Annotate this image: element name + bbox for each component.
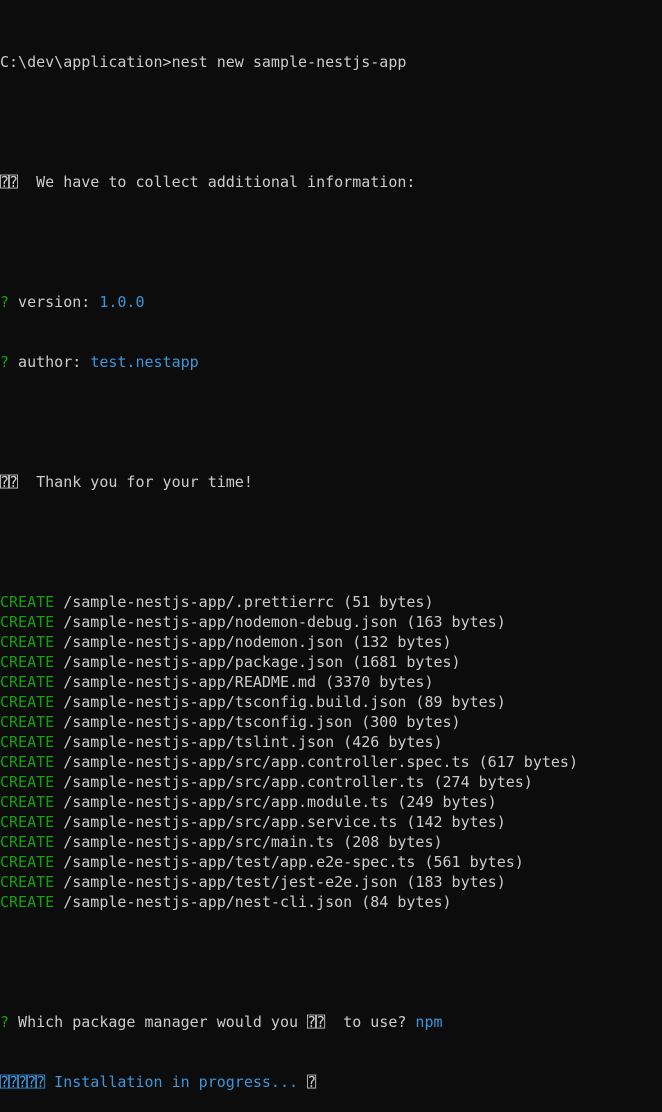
created-file-row: CREATE /sample-nestjs-app/src/main.ts (2…	[0, 832, 662, 852]
create-action-label: CREATE	[0, 853, 55, 871]
created-file-row: CREATE /sample-nestjs-app/src/app.module…	[0, 792, 662, 812]
progress-emoji-icon: ⍰⍰⍰⍰⍰	[0, 1073, 46, 1091]
progress-line: ⍰⍰⍰⍰⍰ Installation in progress... ⍰	[0, 1072, 662, 1092]
spinner-icon: ⍰	[307, 1073, 317, 1091]
created-file-row: CREATE /sample-nestjs-app/nodemon-debug.…	[0, 612, 662, 632]
created-file-path: /sample-nestjs-app/nodemon.json (132 byt…	[54, 633, 452, 651]
question-version: ? version: 1.0.0	[0, 292, 662, 312]
created-file-path: /sample-nestjs-app/tsconfig.build.json (…	[54, 693, 506, 711]
created-file-path: /sample-nestjs-app/src/app.controller.ts…	[54, 773, 533, 791]
create-action-label: CREATE	[0, 773, 55, 791]
question-answer: npm	[415, 1013, 443, 1031]
question-mark-icon: ?	[0, 1013, 10, 1031]
command-text: nest new sample-nestjs-app	[171, 53, 407, 71]
created-file-path: /sample-nestjs-app/src/main.ts (208 byte…	[54, 833, 443, 851]
create-action-label: CREATE	[0, 793, 55, 811]
create-action-label: CREATE	[0, 713, 55, 731]
created-file-path: /sample-nestjs-app/.prettierrc (51 bytes…	[54, 593, 434, 611]
created-file-path: /sample-nestjs-app/README.md (3370 bytes…	[54, 673, 434, 691]
created-file-path: /sample-nestjs-app/src/app.module.ts (24…	[54, 793, 497, 811]
create-action-label: CREATE	[0, 593, 55, 611]
question-mark-icon: ?	[0, 293, 10, 311]
created-file-row: CREATE /sample-nestjs-app/test/jest-e2e.…	[0, 872, 662, 892]
question-author: ? author: test.nestapp	[0, 352, 662, 372]
question-answer: 1.0.0	[99, 293, 145, 311]
thanks-text: Thank you for your time!	[18, 473, 253, 491]
emoji-placeholder-icon: ⍰⍰	[0, 173, 19, 191]
created-file-row: CREATE /sample-nestjs-app/tslint.json (4…	[0, 732, 662, 752]
created-file-row: CREATE /sample-nestjs-app/nodemon.json (…	[0, 632, 662, 652]
create-action-label: CREATE	[0, 633, 55, 651]
created-file-path: /sample-nestjs-app/test/jest-e2e.json (1…	[54, 873, 506, 891]
created-file-row: CREATE /sample-nestjs-app/nest-cli.json …	[0, 892, 662, 912]
created-file-row: CREATE /sample-nestjs-app/.prettierrc (5…	[0, 592, 662, 612]
created-file-row: CREATE /sample-nestjs-app/README.md (337…	[0, 672, 662, 692]
created-file-path: /sample-nestjs-app/nodemon-debug.json (1…	[54, 613, 506, 631]
created-file-path: /sample-nestjs-app/src/app.controller.sp…	[54, 753, 578, 771]
created-file-path: /sample-nestjs-app/src/app.service.ts (1…	[54, 813, 506, 831]
command-prompt: C:\dev\application>	[0, 53, 172, 71]
info-line: ⍰⍰ We have to collect additional informa…	[0, 172, 662, 192]
created-file-row: CREATE /sample-nestjs-app/src/app.contro…	[0, 772, 662, 792]
created-file-path: /sample-nestjs-app/tsconfig.json (300 by…	[54, 713, 461, 731]
created-file-row: CREATE /sample-nestjs-app/tsconfig.json …	[0, 712, 662, 732]
create-action-label: CREATE	[0, 813, 55, 831]
question-label: author:	[9, 353, 91, 371]
created-files-list: CREATE /sample-nestjs-app/.prettierrc (5…	[0, 592, 662, 912]
created-file-path: /sample-nestjs-app/nest-cli.json (84 byt…	[54, 893, 452, 911]
create-action-label: CREATE	[0, 693, 55, 711]
created-file-path: /sample-nestjs-app/tslint.json (426 byte…	[54, 733, 443, 751]
create-action-label: CREATE	[0, 733, 55, 751]
created-file-row: CREATE /sample-nestjs-app/src/app.contro…	[0, 752, 662, 772]
question-text-suffix: to use?	[325, 1013, 416, 1031]
created-file-row: CREATE /sample-nestjs-app/package.json (…	[0, 652, 662, 672]
create-action-label: CREATE	[0, 753, 55, 771]
created-file-path: /sample-nestjs-app/package.json (1681 by…	[54, 653, 461, 671]
info-text: We have to collect additional informatio…	[18, 173, 416, 191]
package-manager-question: ? Which package manager would you ⍰⍰ to …	[0, 1012, 662, 1032]
create-action-label: CREATE	[0, 653, 55, 671]
created-file-row: CREATE /sample-nestjs-app/test/app.e2e-s…	[0, 852, 662, 872]
emoji-placeholder-icon: ⍰⍰	[0, 473, 19, 491]
emoji-placeholder-icon: ⍰⍰	[307, 1013, 326, 1031]
terminal-window[interactable]: C:\dev\application>nest new sample-nestj…	[0, 0, 662, 1091]
command-line: C:\dev\application>nest new sample-nestj…	[0, 52, 662, 72]
progress-text: Installation in progress...	[45, 1073, 308, 1091]
thanks-line: ⍰⍰ Thank you for your time!	[0, 472, 662, 492]
create-action-label: CREATE	[0, 673, 55, 691]
question-text: Which package manager would you	[9, 1013, 308, 1031]
created-file-row: CREATE /sample-nestjs-app/tsconfig.build…	[0, 692, 662, 712]
create-action-label: CREATE	[0, 613, 55, 631]
create-action-label: CREATE	[0, 873, 55, 891]
question-answer: test.nestapp	[90, 353, 199, 371]
question-mark-icon: ?	[0, 353, 10, 371]
created-file-path: /sample-nestjs-app/test/app.e2e-spec.ts …	[54, 853, 524, 871]
created-file-row: CREATE /sample-nestjs-app/src/app.servic…	[0, 812, 662, 832]
create-action-label: CREATE	[0, 833, 55, 851]
create-action-label: CREATE	[0, 893, 55, 911]
question-label: version:	[9, 293, 100, 311]
